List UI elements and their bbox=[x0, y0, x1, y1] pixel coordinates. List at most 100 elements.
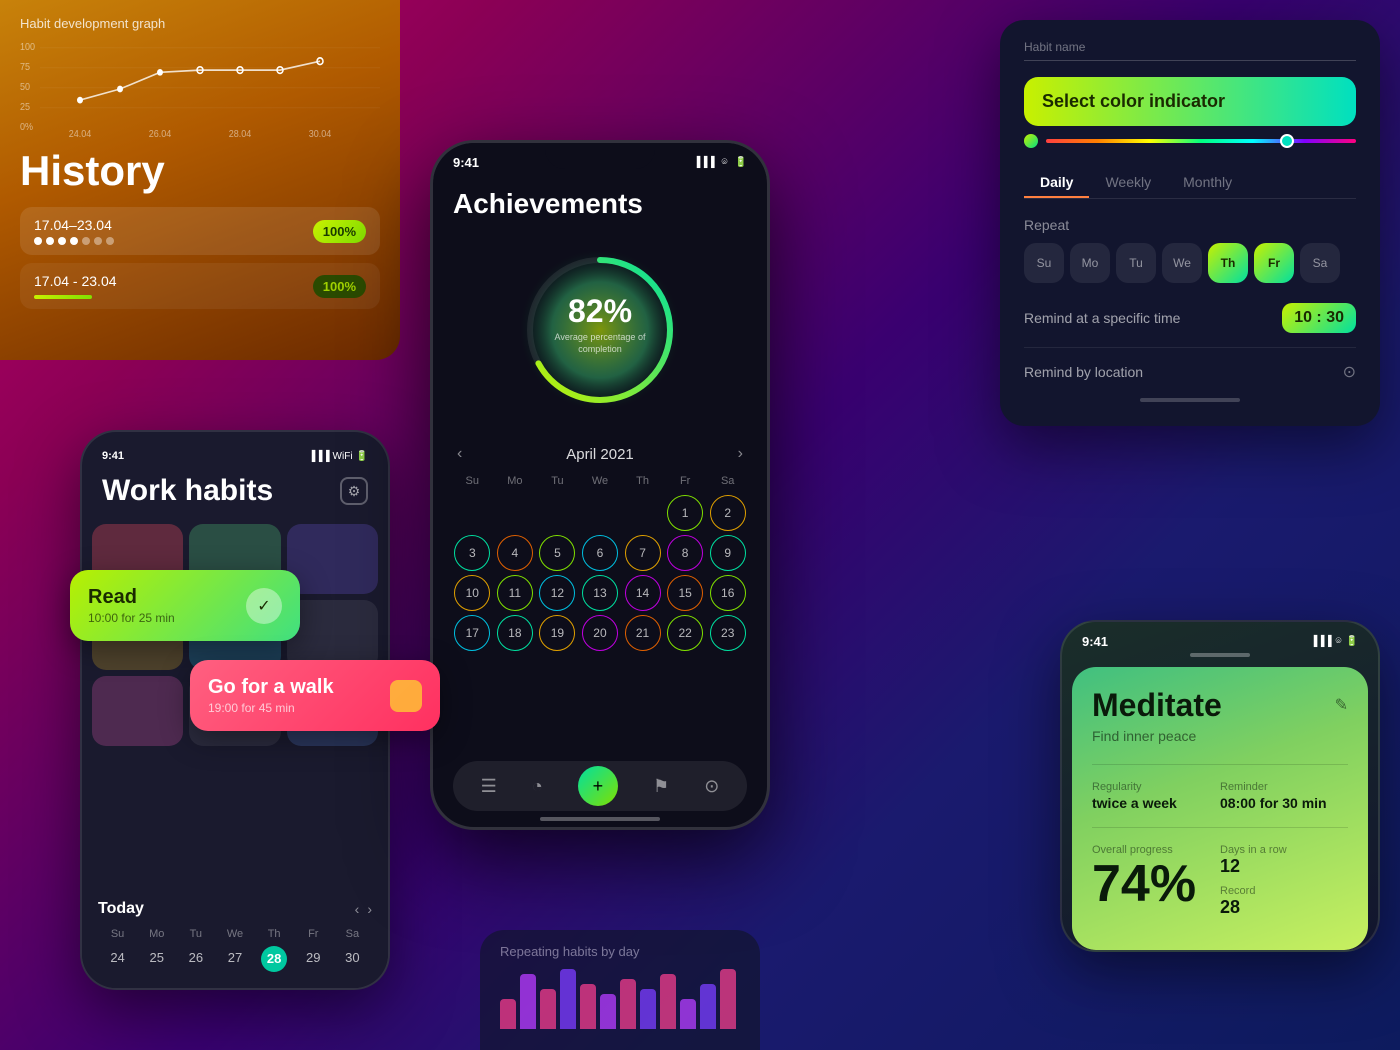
history-badge-2: 100% bbox=[313, 275, 366, 298]
walk-subtitle: 19:00 for 45 min bbox=[208, 701, 334, 715]
cal-cell[interactable]: 12 bbox=[539, 575, 575, 611]
remind-location-label: Remind by location bbox=[1024, 364, 1143, 380]
svg-text:75: 75 bbox=[20, 62, 30, 74]
phone-notch bbox=[545, 143, 655, 169]
read-habit-card[interactable]: Read 10:00 for 25 min ✓ bbox=[70, 570, 300, 641]
history-date-2: 17.04 - 23.04 bbox=[34, 273, 117, 289]
bar-4 bbox=[560, 969, 576, 1029]
day-th[interactable]: Th bbox=[1208, 243, 1248, 283]
remind-location-row: Remind by location ⊙ bbox=[1024, 347, 1356, 382]
cal-cell[interactable]: 7 bbox=[625, 535, 661, 571]
history-title: History bbox=[20, 147, 380, 195]
reminder-label: Reminder bbox=[1220, 781, 1348, 793]
history-card: Habit development graph 100 75 50 25 0% … bbox=[0, 0, 400, 360]
phone-bottom-nav: ☰ ◔ + ⚑ ⊙ bbox=[453, 761, 747, 811]
cal-cell[interactable]: 2 bbox=[710, 495, 746, 531]
cal-cell[interactable]: 21 bbox=[625, 615, 661, 651]
record-value: 28 bbox=[1220, 897, 1348, 918]
tab-monthly[interactable]: Monthly bbox=[1167, 168, 1248, 198]
cal-cell[interactable]: 19 bbox=[539, 615, 575, 651]
day-su[interactable]: Su bbox=[1024, 243, 1064, 283]
achievements-content: Achievements bbox=[433, 178, 767, 651]
tab-weekly[interactable]: Weekly bbox=[1089, 168, 1167, 198]
list-nav-icon[interactable]: ☰ bbox=[481, 776, 497, 797]
mini-cal-header: Su Mo Tu We Th Fr Sa bbox=[98, 928, 372, 940]
today-label: Today bbox=[98, 900, 144, 918]
walk-title: Go for a walk bbox=[208, 676, 334, 699]
month-next-arrow[interactable]: › bbox=[738, 445, 743, 463]
cal-cell[interactable] bbox=[539, 495, 575, 531]
color-slider-thumb[interactable] bbox=[1280, 134, 1294, 148]
remind-time-label: Remind at a specific time bbox=[1024, 310, 1180, 326]
cal-cell[interactable] bbox=[625, 495, 661, 531]
bar-2 bbox=[520, 974, 536, 1029]
meditate-status-bar: 9:41 ▐▐▐ ⌾ 🔋 bbox=[1062, 622, 1378, 649]
walk-habit-card[interactable]: Go for a walk 19:00 for 45 min bbox=[190, 660, 440, 731]
flag-nav-icon[interactable]: ⚑ bbox=[653, 776, 669, 797]
bar-3 bbox=[540, 989, 556, 1029]
edit-icon[interactable]: ✎ bbox=[1335, 695, 1348, 715]
tab-daily[interactable]: Daily bbox=[1024, 168, 1089, 198]
cal-cell[interactable]: 17 bbox=[454, 615, 490, 651]
time-badge[interactable]: 10 : 30 bbox=[1282, 303, 1356, 333]
cal-cell[interactable]: 3 bbox=[454, 535, 490, 571]
next-arrow[interactable]: › bbox=[367, 901, 372, 917]
cal-cell[interactable]: 16 bbox=[710, 575, 746, 611]
month-label: April 2021 bbox=[566, 446, 634, 463]
days-in-row-label: Days in a row bbox=[1220, 844, 1348, 856]
bar-1 bbox=[500, 999, 516, 1029]
gear-icon[interactable]: ⚙ bbox=[340, 477, 368, 505]
cal-cell[interactable]: 15 bbox=[667, 575, 703, 611]
prev-arrow[interactable]: ‹ bbox=[355, 901, 360, 917]
day-mo[interactable]: Mo bbox=[1070, 243, 1110, 283]
day-we[interactable]: We bbox=[1162, 243, 1202, 283]
progress-value: 74% bbox=[1092, 858, 1220, 910]
days-stats: Days in a row 12 Record 28 bbox=[1220, 844, 1348, 926]
cal-cell[interactable]: 14 bbox=[625, 575, 661, 611]
habit-name-underline bbox=[1024, 60, 1356, 61]
color-indicator-button[interactable]: Select color indicator bbox=[1024, 77, 1356, 126]
work-habits-title: Work habits bbox=[102, 474, 273, 508]
svg-text:completion: completion bbox=[578, 344, 622, 354]
person-nav-icon[interactable]: ⊙ bbox=[704, 776, 719, 797]
meditate-time: 9:41 bbox=[1082, 634, 1108, 649]
cal-cell[interactable]: 22 bbox=[667, 615, 703, 651]
cal-cell[interactable] bbox=[497, 495, 533, 531]
cal-cell[interactable]: 4 bbox=[497, 535, 533, 571]
cal-cell[interactable]: 23 bbox=[710, 615, 746, 651]
meditate-header: Meditate ✎ bbox=[1092, 687, 1348, 724]
cal-cell[interactable] bbox=[582, 495, 618, 531]
cal-cell[interactable] bbox=[454, 495, 490, 531]
settings-card: Habit name Select color indicator Daily … bbox=[1000, 20, 1380, 426]
pie-nav-icon[interactable]: ◔ bbox=[532, 776, 543, 797]
svg-text:82%: 82% bbox=[568, 293, 632, 329]
day-tu[interactable]: Tu bbox=[1116, 243, 1156, 283]
color-slider[interactable] bbox=[1046, 139, 1356, 143]
location-pin-icon[interactable]: ⊙ bbox=[1343, 362, 1356, 382]
repeat-label: Repeat bbox=[1024, 217, 1356, 233]
bar-chart bbox=[500, 969, 740, 1029]
add-nav-button[interactable]: + bbox=[578, 766, 618, 806]
work-phone-status-bar: 9:41 ▐▐▐ WiFi 🔋 bbox=[82, 432, 388, 474]
meditate-divider-2 bbox=[1092, 827, 1348, 828]
cal-cell[interactable]: 1 bbox=[667, 495, 703, 531]
cal-cell[interactable]: 13 bbox=[582, 575, 618, 611]
achievements-time: 9:41 bbox=[453, 155, 479, 170]
cal-cell[interactable]: 5 bbox=[539, 535, 575, 571]
cal-cell[interactable]: 6 bbox=[582, 535, 618, 571]
month-prev-arrow[interactable]: ‹ bbox=[457, 445, 462, 463]
cal-cell[interactable]: 11 bbox=[497, 575, 533, 611]
day-fr[interactable]: Fr bbox=[1254, 243, 1294, 283]
day-sa[interactable]: Sa bbox=[1300, 243, 1340, 283]
meditate-content: Meditate ✎ Find inner peace Regularity t… bbox=[1072, 667, 1368, 950]
days-in-row-value: 12 bbox=[1220, 856, 1348, 877]
meditate-progress: Overall progress 74% Days in a row 12 Re… bbox=[1092, 844, 1348, 926]
repeating-habits-card: Repeating habits by day bbox=[480, 930, 760, 1050]
cal-cell[interactable]: 20 bbox=[582, 615, 618, 651]
cal-cell[interactable]: 9 bbox=[710, 535, 746, 571]
cal-cell[interactable]: 10 bbox=[454, 575, 490, 611]
cal-cell[interactable]: 18 bbox=[497, 615, 533, 651]
cal-cell[interactable]: 8 bbox=[667, 535, 703, 571]
achievements-title: Achievements bbox=[453, 188, 747, 220]
overall-progress: Overall progress 74% bbox=[1092, 844, 1220, 926]
